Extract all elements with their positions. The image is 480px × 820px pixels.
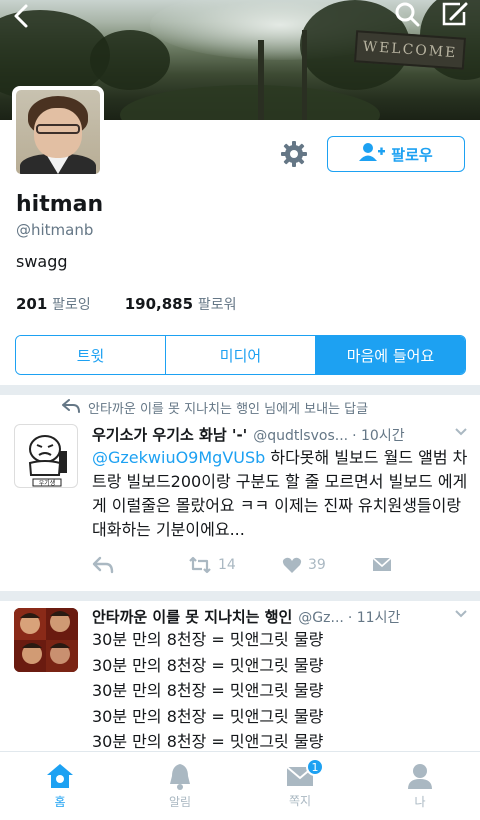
heart-icon	[282, 557, 302, 573]
retweet-icon	[189, 556, 211, 574]
nav-me[interactable]: 나	[360, 752, 480, 820]
following-count: 201	[16, 295, 48, 313]
follow-button[interactable]: 팔로우	[327, 136, 465, 172]
tab-likes[interactable]: 마음에 들어요	[316, 336, 465, 374]
nav-messages-label: 쪽지	[288, 794, 312, 808]
home-icon	[47, 764, 73, 788]
bell-icon	[170, 764, 190, 790]
add-user-icon	[359, 142, 386, 166]
like-button[interactable]: 39	[282, 556, 326, 574]
messages-badge: 1	[306, 758, 324, 776]
reply-icon	[62, 398, 80, 417]
tweet-avatar[interactable]	[14, 608, 78, 672]
tweet-author-name[interactable]: 우기소가 우기소 화남 '-'	[92, 424, 247, 445]
tweet-timestamp[interactable]: · 11시간	[348, 607, 400, 627]
follow-button-label: 팔로우	[391, 145, 433, 164]
cartoon-avatar-icon: 우기생	[28, 435, 67, 487]
tweet-line: 30분 만의 8천장 = 밋앤그릿 물량	[92, 655, 324, 675]
cartoon-avatar-caption: 우기생	[39, 479, 56, 487]
section-divider	[0, 385, 480, 395]
followers-stat[interactable]: 190,885 팔로워	[125, 294, 237, 314]
photo-avatar-icon	[14, 608, 78, 672]
compose-icon[interactable]	[436, 0, 476, 32]
header-post	[258, 40, 264, 120]
avatar-photo	[16, 90, 100, 174]
profile-bio: swagg	[16, 252, 68, 271]
reply-context-text: 안타까운 이를 못 지나치는 행인 님에게 보내는 답글	[88, 402, 369, 417]
tweet-line: 30분 만의 8천장 = 밋앤그릿 물량	[92, 706, 324, 726]
back-icon[interactable]	[4, 0, 44, 32]
retweet-button[interactable]: 14	[188, 556, 236, 574]
tab-tweets[interactable]: 트윗	[16, 336, 166, 374]
user-icon	[408, 764, 432, 789]
retweet-count: 14	[218, 557, 236, 573]
chevron-down-icon[interactable]	[454, 606, 468, 624]
tweet-author-handle[interactable]: @qudtlsvos...	[253, 428, 348, 444]
tweet-author-name[interactable]: 안타까운 이를 못 지나치는 행인	[92, 606, 292, 627]
tweet-actions: 14 39	[92, 556, 392, 580]
nav-notifications-label: 알림	[168, 795, 192, 809]
header-post	[302, 30, 307, 120]
avatar-glasses	[36, 124, 80, 134]
nav-notifications[interactable]: 알림	[120, 752, 240, 820]
following-label: 팔로잉	[52, 297, 91, 313]
profile-avatar[interactable]	[12, 86, 104, 178]
tweet-avatar[interactable]: 우기생	[14, 424, 78, 488]
tweet-header: 우기소가 우기소 화남 '-' @qudtlsvos... · 10시간	[92, 424, 468, 445]
tweet-text: 30분 만의 8천장 = 밋앤그릿 물량 30분 만의 8천장 = 밋앤그릿 물…	[92, 627, 468, 755]
followers-label: 팔로워	[197, 297, 237, 313]
profile-stats: 201 팔로잉 190,885 팔로워	[16, 294, 236, 314]
search-icon[interactable]	[388, 0, 428, 32]
header-bush	[120, 85, 380, 120]
tweet-line: 30분 만의 8천장 = 밋앤그릿 물량	[92, 630, 324, 649]
tweet-header: 안타까운 이를 못 지나치는 행인 @Gz... · 11시간	[92, 606, 468, 627]
reply-context: 안타까운 이를 못 지나치는 행인 님에게 보내는 답글	[62, 398, 368, 417]
reply-button[interactable]	[92, 556, 114, 574]
nav-home-label: 홈	[54, 795, 66, 809]
chevron-down-icon[interactable]	[454, 424, 468, 442]
welcome-sign-text: WELCOME	[362, 38, 458, 62]
nav-me-label: 나	[414, 795, 426, 809]
gear-icon[interactable]	[278, 138, 310, 170]
like-count: 39	[308, 557, 326, 573]
direct-message-button[interactable]	[372, 556, 392, 572]
profile-handle: @hitmanb	[16, 221, 94, 239]
nav-messages[interactable]: 1 쪽지	[240, 752, 360, 820]
section-divider	[0, 591, 480, 601]
envelope-icon	[372, 557, 392, 571]
profile-tabs: 트윗 미디어 마음에 들어요	[15, 335, 466, 375]
nav-home[interactable]: 홈	[0, 752, 120, 820]
profile-name: hitman	[16, 192, 104, 217]
tweet-line: 30분 만의 8천장 = 밋앤그릿 물량	[92, 681, 324, 700]
bottom-tab-bar: 홈 알림 1 쪽지 나	[0, 751, 480, 820]
tweet-mention[interactable]: @GzekwiuO9MgVUSb	[92, 448, 265, 467]
following-stat[interactable]: 201 팔로잉	[16, 294, 91, 314]
followers-count: 190,885	[124, 295, 194, 313]
tweet-timestamp[interactable]: · 10시간	[352, 425, 404, 445]
header-tree	[90, 30, 170, 90]
tab-media[interactable]: 미디어	[166, 336, 316, 374]
tweet-author-handle[interactable]: @Gz...	[298, 610, 344, 626]
tweet-text: @GzekwiuO9MgVUSb 하다못해 빌보드 월드 앨범 차트랑 빌보드2…	[92, 446, 468, 542]
reply-icon	[92, 556, 114, 574]
